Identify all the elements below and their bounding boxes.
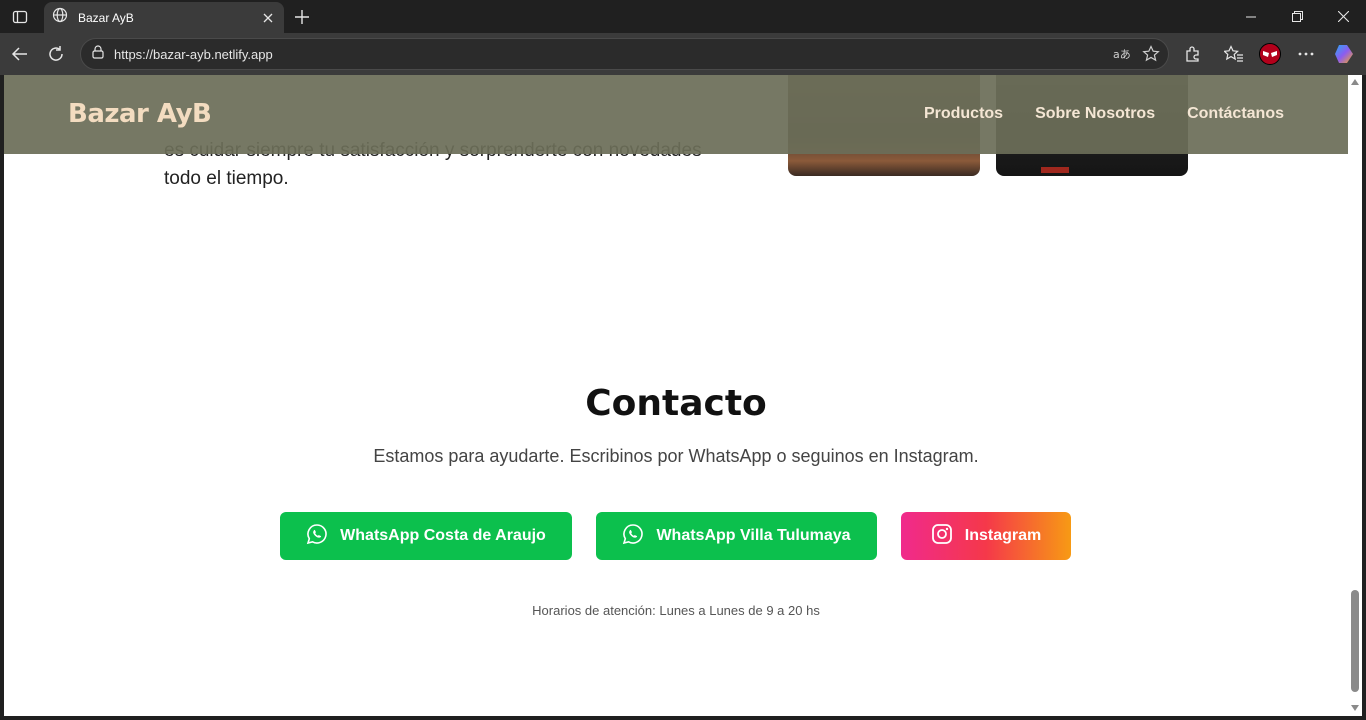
whatsapp-villa-button[interactable]: WhatsApp Villa Tulumaya	[596, 512, 877, 560]
sidebar-toggle-icon[interactable]	[10, 7, 30, 27]
address-bar[interactable]: https://bazar-ayb.netlify.app aあ	[80, 38, 1169, 70]
contact-subtitle: Estamos para ayudarte. Escribinos por Wh…	[373, 446, 979, 466]
opening-hours: Horarios de atención: Lunes a Lunes de 9…	[532, 603, 820, 618]
page-viewport: es cuidar siempre tu satisfacción y sorp…	[4, 75, 1348, 716]
whatsapp-icon	[622, 523, 644, 550]
new-tab-icon[interactable]	[291, 6, 313, 28]
about-text-line: todo el tiempo.	[164, 168, 289, 189]
nav-link-contactanos[interactable]: Contáctanos	[1187, 105, 1284, 123]
instagram-icon	[931, 523, 953, 550]
reload-icon[interactable]	[44, 42, 68, 66]
copilot-icon[interactable]	[1332, 42, 1356, 66]
browser-tab[interactable]: Bazar AyB	[44, 2, 284, 33]
minimize-icon[interactable]	[1228, 0, 1274, 33]
instagram-button[interactable]: Instagram	[901, 512, 1071, 560]
browser-titlebar: Bazar AyB	[0, 0, 1366, 33]
nav-link-productos[interactable]: Productos	[924, 105, 1003, 123]
browser-toolbar: https://bazar-ayb.netlify.app aあ	[0, 33, 1366, 75]
favorite-star-icon[interactable]	[1142, 45, 1160, 68]
nav-link-sobre-nosotros[interactable]: Sobre Nosotros	[1035, 105, 1155, 123]
instagram-label: Instagram	[964, 527, 1042, 544]
favorites-icon[interactable]	[1222, 42, 1246, 66]
restore-icon[interactable]	[1274, 0, 1320, 33]
globe-icon	[52, 7, 68, 28]
svg-text:aあ: aあ	[1113, 48, 1130, 61]
whatsapp-costa-button[interactable]: WhatsApp Costa de Araujo	[280, 512, 572, 560]
whatsapp-icon	[306, 523, 328, 550]
scroll-up-arrow-icon[interactable]	[1351, 79, 1359, 85]
whatsapp-villa-label: WhatsApp Villa Tulumaya	[656, 527, 851, 544]
profile-avatar[interactable]	[1258, 42, 1282, 66]
tab-title: Bazar AyB	[78, 10, 134, 25]
close-tab-icon[interactable]	[258, 8, 278, 28]
extensions-icon[interactable]	[1181, 42, 1205, 66]
site-nav: Productos Sobre Nosotros Contáctanos	[924, 105, 1284, 123]
whatsapp-costa-label: WhatsApp Costa de Araujo	[340, 527, 546, 544]
contact-title: Contacto	[585, 383, 767, 424]
more-options-icon[interactable]	[1294, 42, 1318, 66]
back-arrow-icon[interactable]	[8, 42, 32, 66]
site-header: Bazar AyB Productos Sobre Nosotros Contá…	[4, 75, 1348, 154]
translate-icon[interactable]: aあ	[1112, 45, 1131, 68]
close-window-icon[interactable]	[1320, 0, 1366, 33]
site-logo[interactable]: Bazar AyB	[68, 99, 212, 129]
page-scrollbar[interactable]	[1348, 75, 1362, 716]
site-info-icon[interactable]	[91, 44, 105, 64]
scroll-thumb[interactable]	[1351, 590, 1359, 692]
scroll-down-arrow-icon[interactable]	[1351, 705, 1359, 711]
url-text[interactable]: https://bazar-ayb.netlify.app	[114, 47, 273, 62]
